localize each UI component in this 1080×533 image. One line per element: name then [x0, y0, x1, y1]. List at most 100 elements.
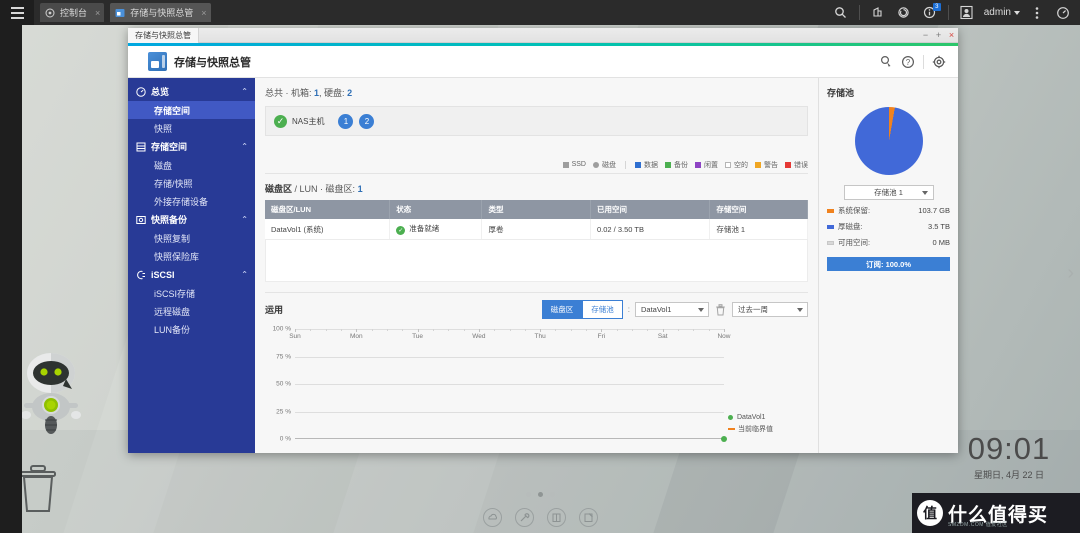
hamburger-icon[interactable]: [0, 0, 34, 25]
volume-select[interactable]: DataVol1: [635, 302, 709, 317]
x-tick: [601, 329, 603, 332]
pager-dot[interactable]: [549, 492, 555, 497]
legend-label: 警告: [764, 161, 778, 169]
sidebar-group-label: 存储空间: [151, 142, 188, 152]
sidebar-item-disks[interactable]: 磁盘: [128, 156, 255, 174]
cloud-icon[interactable]: [482, 507, 502, 527]
sidebar-item-remote-disk[interactable]: 远程磁盘: [128, 302, 255, 320]
storage-pool-panel: 存储池 存储池 1 系统保留: 103.7 GB 厚磁盘: 3.5 TB 可用空…: [818, 78, 958, 453]
trash-icon[interactable]: [715, 303, 726, 316]
backup-station-icon[interactable]: [865, 0, 891, 25]
desktop-clock: 09:01 星期日, 4月 22 日: [950, 432, 1068, 481]
user-avatar-icon[interactable]: [954, 0, 980, 25]
usage-header: 运用 磁盘区 存储池 : DataVol1 过去一周: [265, 300, 808, 319]
column-header-volume[interactable]: 磁盘区/LUN: [265, 200, 391, 219]
sidebar-item-snapshots[interactable]: 快照: [128, 119, 255, 137]
sidebar-item-lun-backup[interactable]: LUN备份: [128, 320, 255, 338]
x-minor-tick: [570, 329, 572, 331]
more-vertical-icon[interactable]: [1024, 0, 1050, 25]
search-icon[interactable]: [828, 0, 854, 25]
pool-select[interactable]: 存储池 1: [843, 185, 934, 200]
pager-dot[interactable]: [525, 492, 531, 497]
info-icon[interactable]: 3: [917, 0, 943, 25]
close-button[interactable]: ×: [945, 28, 958, 43]
info-badge: 3: [932, 3, 941, 11]
chevron-down-icon: [698, 307, 704, 312]
table-row[interactable]: DataVol1 (系统) ✓ 准备就绪 厚卷 0.02 / 3.50 TB 存储…: [265, 219, 808, 240]
window-tab[interactable]: 存储与快照总管: [128, 27, 199, 43]
book-icon[interactable]: [546, 507, 566, 527]
volumes-table: 磁盘区/LUN 状态 类型 已用空间 存储空间 DataVol1 (系统) ✓ …: [265, 200, 808, 240]
sidebar-group-storage[interactable]: 存储空间 ⌃: [128, 137, 255, 156]
top-navigation-bar: 控制台 × 存储与快照总管 × 3 admin: [0, 0, 1080, 25]
sync-icon[interactable]: [891, 0, 917, 25]
sidebar-group-overview[interactable]: 总览 ⌃: [128, 82, 255, 101]
snapshot-backup-icon: [135, 214, 146, 225]
robot-mascot-icon: [16, 345, 86, 440]
pool-legend-free-space: 可用空间: 0 MB: [827, 237, 950, 248]
x-minor-tick: [586, 329, 588, 331]
disk-bay-2[interactable]: 2: [359, 113, 375, 129]
chevron-down-icon: [1014, 10, 1020, 15]
disk-bay-1[interactable]: 1: [338, 113, 354, 129]
x-tick-label: Tue: [412, 333, 424, 340]
sidebar-item-storage-snapshots[interactable]: 存储/快照: [128, 174, 255, 192]
dashboard-gauge-icon[interactable]: [1050, 0, 1076, 25]
admin-label: admin: [983, 7, 1011, 18]
close-icon[interactable]: ×: [95, 8, 100, 18]
x-tick: [540, 329, 542, 332]
y-tick-label: 100 %: [272, 325, 291, 333]
column-header-type[interactable]: 类型: [481, 200, 591, 219]
help-icon[interactable]: ?: [897, 51, 919, 73]
column-header-used[interactable]: 已用空间: [590, 200, 711, 219]
admin-menu[interactable]: admin: [980, 0, 1024, 25]
column-header-status[interactable]: 状态: [389, 200, 483, 219]
time-range-select[interactable]: 过去一周: [732, 302, 808, 317]
toggle-pool[interactable]: 存储池: [582, 300, 623, 319]
x-tick: [662, 329, 664, 332]
sidebar-item-snapshot-vault[interactable]: 快照保险库: [128, 247, 255, 265]
chevron-right-icon[interactable]: ›: [1067, 262, 1074, 285]
summary-mid: , 硬盘:: [319, 88, 345, 98]
minimize-button[interactable]: −: [919, 28, 932, 43]
x-tick-label: Now: [717, 333, 731, 340]
x-minor-tick: [463, 329, 465, 331]
chart-legend: DataVol1 当前临界值: [728, 414, 804, 437]
gear-icon[interactable]: [928, 51, 950, 73]
check-circle-icon: ✓: [396, 226, 406, 235]
usage-section: 运用 磁盘区 存储池 : DataVol1 过去一周 100 % 75 % 50…: [265, 292, 808, 453]
gear-icon: [44, 7, 56, 19]
x-tick: [417, 329, 419, 332]
tools-icon[interactable]: [514, 507, 534, 527]
taskbar-tab-storage-snapshots[interactable]: 存储与快照总管 ×: [110, 3, 211, 22]
taskbar-tab-control-panel[interactable]: 控制台 ×: [40, 3, 105, 22]
close-icon[interactable]: ×: [201, 8, 206, 18]
x-minor-tick: [509, 329, 511, 331]
x-minor-tick: [708, 329, 710, 331]
x-minor-tick: [371, 329, 373, 331]
sidebar-group-snapshot-backup[interactable]: 快照备份 ⌃: [128, 210, 255, 229]
disk-count: 2: [347, 88, 353, 98]
search-cursor-icon[interactable]: [875, 51, 897, 73]
pager-dot[interactable]: [537, 492, 543, 497]
overview-icon: [135, 86, 146, 97]
x-minor-tick: [632, 329, 634, 331]
toggle-volume[interactable]: 磁盘区: [541, 300, 583, 319]
sidebar-item-storage-space[interactable]: 存储空间: [128, 101, 255, 119]
legend-label: 闲置: [704, 161, 718, 169]
sidebar-item-iscsi-storage[interactable]: iSCSI存储: [128, 284, 255, 302]
notes-icon[interactable]: [578, 507, 598, 527]
sidebar-group-label: 总览: [151, 87, 170, 97]
legend-item-error: 错误: [785, 160, 808, 170]
sidebar-group-iscsi[interactable]: iSCSI ⌃: [128, 265, 255, 284]
pool-select-value: 存储池 1: [874, 188, 903, 197]
sidebar-item-snapshot-replica[interactable]: 快照复制: [128, 229, 255, 247]
maximize-button[interactable]: +: [932, 28, 945, 43]
column-header-pool[interactable]: 存储空间: [709, 200, 808, 219]
legend-label: SSD: [571, 161, 586, 168]
chevron-up-icon: ⌃: [241, 215, 248, 224]
sidebar-item-external-storage[interactable]: 外接存储设备: [128, 192, 255, 210]
legend-item-backup: 备份: [665, 160, 688, 170]
cell-status: ✓ 准备就绪: [389, 219, 483, 240]
pool-pie-chart-wrap: [827, 107, 950, 175]
